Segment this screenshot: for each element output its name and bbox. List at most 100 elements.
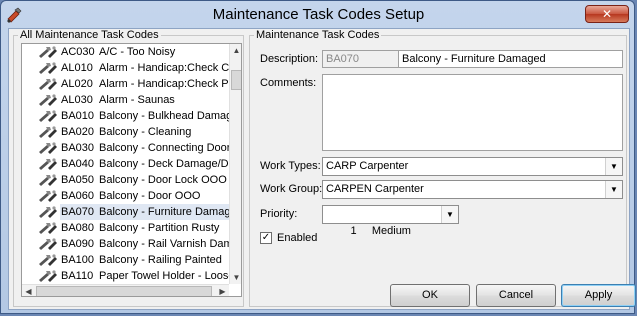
task-code: AL010 — [61, 62, 93, 74]
dialog-body: All Maintenance Task Codes AC030 A/C - To… — [8, 28, 636, 310]
cancel-button[interactable]: Cancel — [476, 284, 556, 307]
task-code: BA010 — [61, 110, 95, 122]
wrench-tools-icon — [39, 174, 57, 186]
enabled-label: Enabled — [277, 232, 318, 244]
wrench-tools-icon — [39, 158, 57, 170]
task-code-details-caption: Maintenance Task Codes — [254, 29, 382, 42]
wrench-tools-icon — [39, 142, 57, 154]
checkmark-icon: ✓ — [261, 232, 271, 243]
wrench-tools-icon — [39, 222, 57, 234]
wrench-tools-icon — [39, 110, 57, 122]
wrench-tools-icon — [39, 254, 57, 266]
task-code-row[interactable]: BA080 Balcony - Partition Rusty — [22, 220, 229, 236]
window-title: Maintenance Task Codes Setup — [212, 6, 425, 23]
tree-horizontal-scrollbar[interactable]: ◀ ▶ — [22, 284, 229, 296]
wrench-tools-icon — [39, 206, 57, 218]
tree-vertical-scroll-thumb[interactable] — [231, 70, 241, 90]
wrench-tools-icon — [39, 270, 57, 282]
task-code: AC030 — [61, 46, 95, 58]
description-field[interactable]: Balcony - Furniture Damaged — [398, 50, 623, 68]
task-description: Alarm - Handicap:Check Pub — [99, 78, 229, 90]
task-description: Balcony - Door Lock OOO — [99, 174, 227, 186]
task-code-row[interactable]: AL010 Alarm - Handicap:Check Cab — [22, 60, 229, 76]
enabled-checkbox[interactable]: ✓ — [260, 232, 272, 244]
task-code: BA100 — [61, 254, 95, 266]
comments-label: Comments: — [260, 77, 317, 89]
wrench-tools-icon — [39, 126, 57, 138]
task-description: Balcony - Furniture Damage — [99, 206, 229, 218]
wrench-tools-icon — [39, 62, 57, 74]
task-code: BA050 — [61, 174, 95, 186]
all-task-codes-group: All Maintenance Task Codes AC030 A/C - To… — [13, 29, 244, 307]
task-description: Paper Towel Holder - Loose/ — [99, 270, 229, 282]
task-code: BA080 — [61, 222, 95, 234]
task-code: BA030 — [61, 142, 95, 154]
close-icon: ✕ — [601, 7, 613, 21]
work-group-value: CARPEN Carpenter — [326, 183, 424, 195]
chevron-down-icon[interactable]: ▼ — [605, 181, 622, 198]
task-description: Balcony - Door OOO — [99, 190, 201, 202]
task-code-row[interactable]: AC030 A/C - Too Noisy — [22, 44, 229, 60]
wrench-tools-icon — [39, 238, 57, 250]
task-code: BA040 — [61, 158, 95, 170]
task-description: Balcony - Rail Varnish Damag — [99, 238, 229, 250]
title-bar[interactable]: Maintenance Task Codes Setup ✕ — [1, 1, 636, 29]
work-types-label: Work Types: — [260, 160, 321, 172]
scroll-up-arrow-icon[interactable]: ▲ — [230, 44, 241, 57]
priority-label: Priority: — [260, 208, 298, 220]
task-code-row[interactable]: BA100 Balcony - Railing Painted — [22, 252, 229, 268]
task-description: Alarm - Handicap:Check Cab — [99, 62, 229, 74]
task-code-details-group: Maintenance Task Codes Description: BA07… — [249, 29, 636, 307]
tree-horizontal-scroll-thumb[interactable] — [36, 286, 212, 296]
task-code-list: AC030 A/C - Too Noisy AL010 Alarm - Handica… — [22, 44, 229, 284]
work-group-select[interactable]: CARPEN Carpenter ▼ — [322, 180, 623, 199]
scroll-right-arrow-icon[interactable]: ▶ — [216, 285, 229, 296]
task-code-row[interactable]: BA030 Balcony - Connecting Door C — [22, 140, 229, 156]
wrench-tools-icon — [39, 46, 57, 58]
scroll-left-arrow-icon[interactable]: ◀ — [22, 285, 35, 296]
chevron-down-icon[interactable]: ▼ — [605, 158, 622, 175]
work-types-select[interactable]: CARP Carpenter ▼ — [322, 157, 623, 176]
task-code: BA060 — [61, 190, 95, 202]
task-code-row[interactable]: BA110 Paper Towel Holder - Loose/ — [22, 268, 229, 284]
task-description: A/C - Too Noisy — [99, 46, 176, 58]
priority-select[interactable]: 1 Medium ▼ — [322, 205, 459, 237]
task-description: Balcony - Connecting Door C — [99, 142, 229, 154]
close-button[interactable]: ✕ — [585, 5, 629, 23]
task-description: Balcony - Partition Rusty — [99, 222, 220, 234]
work-group-label: Work Group: — [260, 183, 323, 195]
task-code-row[interactable]: BA010 Balcony - Bulkhead Damage, — [22, 108, 229, 124]
task-code-row[interactable]: BA050 Balcony - Door Lock OOO — [22, 172, 229, 188]
task-code: BA020 — [61, 126, 95, 138]
task-description: Balcony - Deck Damage/Dirt — [99, 158, 229, 170]
task-code-row[interactable]: BA070 Balcony - Furniture Damage — [22, 204, 229, 220]
dialog-window: Maintenance Task Codes Setup ✕ All Maint… — [0, 0, 636, 314]
task-description: Alarm - Saunas — [99, 94, 175, 106]
priority-value: 1 Medium — [350, 225, 411, 237]
task-code-row[interactable]: BA060 Balcony - Door OOO — [22, 188, 229, 204]
task-code: BA110 — [61, 270, 94, 282]
task-description: Balcony - Railing Painted — [99, 254, 222, 266]
apply-button[interactable]: Apply — [561, 284, 636, 307]
wrench-tools-icon — [39, 78, 57, 90]
code-field: BA070 — [322, 50, 399, 68]
task-code: AL030 — [61, 94, 93, 106]
wrench-tools-icon — [39, 190, 57, 202]
task-code-row[interactable]: BA020 Balcony - Cleaning — [22, 124, 229, 140]
all-task-codes-caption: All Maintenance Task Codes — [18, 29, 161, 42]
ok-button[interactable]: OK — [390, 284, 470, 307]
description-label: Description: — [260, 53, 319, 65]
tree-vertical-scrollbar[interactable]: ▲ ▼ — [229, 44, 241, 284]
task-code-row[interactable]: AL030 Alarm - Saunas — [22, 92, 229, 108]
task-code-row[interactable]: BA040 Balcony - Deck Damage/Dirt — [22, 156, 229, 172]
task-code-row[interactable]: AL020 Alarm - Handicap:Check Pub — [22, 76, 229, 92]
task-code-tree[interactable]: AC030 A/C - Too Noisy AL010 Alarm - Handica… — [21, 43, 242, 297]
task-code: AL020 — [61, 78, 93, 90]
task-code: BA090 — [61, 238, 95, 250]
task-code-row[interactable]: BA090 Balcony - Rail Varnish Damag — [22, 236, 229, 252]
comments-field[interactable] — [322, 74, 623, 151]
chevron-down-icon[interactable]: ▼ — [441, 206, 458, 223]
scroll-down-arrow-icon[interactable]: ▼ — [230, 271, 241, 284]
work-types-value: CARP Carpenter — [326, 160, 409, 172]
task-code: BA070 — [61, 206, 95, 218]
